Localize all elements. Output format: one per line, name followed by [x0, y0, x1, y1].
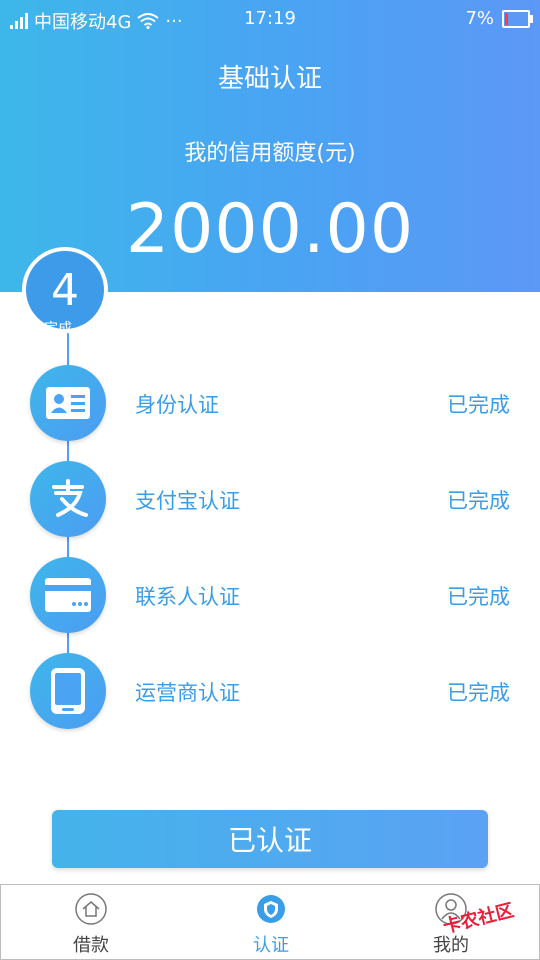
tab-label: 借款: [73, 935, 109, 956]
verify-item-contacts[interactable]: 联系人认证 已完成: [0, 557, 540, 635]
alipay-icon: [30, 461, 106, 537]
phone-icon: [30, 653, 106, 729]
verify-item-label: 支付宝认证: [135, 489, 240, 513]
tab-label: 认证: [253, 935, 289, 956]
verify-item-carrier[interactable]: 运营商认证 已完成: [0, 653, 540, 731]
clock: 17:19: [244, 8, 296, 29]
verify-item-status: 已完成: [447, 393, 510, 417]
header-banner: 中国移动4G ··· 17:19 7% 基础认证 我的信用额度(元) 2000.…: [0, 0, 540, 292]
verify-item-status: 已完成: [447, 681, 510, 705]
tab-verify[interactable]: 认证: [181, 885, 361, 959]
verify-item-status: 已完成: [447, 585, 510, 609]
verify-item-label: 联系人认证: [135, 585, 240, 609]
bank-card-icon: [30, 557, 106, 633]
shield-icon: [257, 895, 285, 923]
progress-count: 4: [51, 264, 79, 316]
progress-caption: 已完成: [30, 321, 72, 337]
id-card-icon: [30, 365, 106, 441]
credit-label: 我的信用额度(元): [184, 141, 356, 166]
page-title: 基础认证: [217, 64, 322, 94]
verify-item-label: 运营商认证: [135, 681, 240, 705]
home-icon: [75, 893, 107, 925]
battery-icon: [502, 9, 533, 28]
status-bar: 中国移动4G ··· 17:19 7%: [0, 0, 540, 38]
tab-loan[interactable]: 借款: [1, 885, 181, 959]
verify-item-status: 已完成: [447, 489, 510, 513]
verify-item-label: 身份认证: [135, 393, 219, 417]
verify-item-identity[interactable]: 身份认证 已完成: [0, 365, 540, 443]
battery-percent: 7%: [465, 8, 494, 29]
verify-item-alipay[interactable]: 支付宝认证 已完成: [0, 461, 540, 539]
verified-button[interactable]: 已认证: [52, 810, 488, 868]
